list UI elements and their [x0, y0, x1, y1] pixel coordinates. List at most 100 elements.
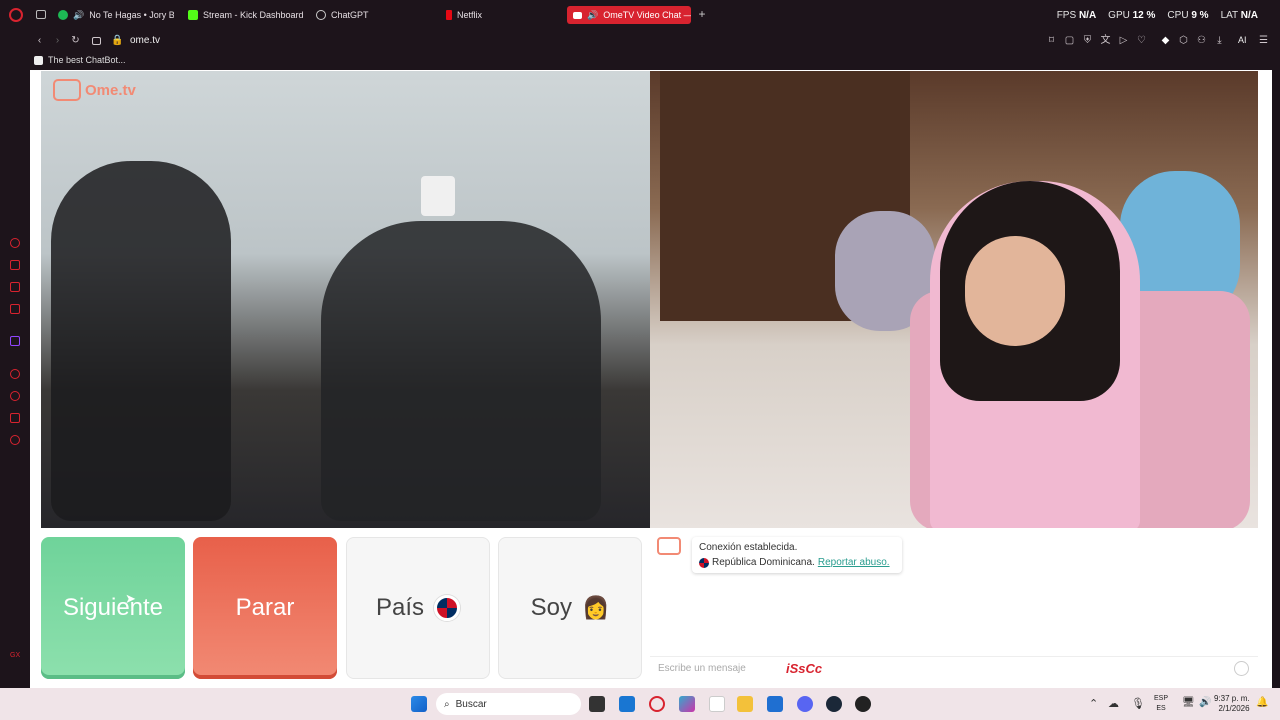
twitch-icon[interactable]	[10, 336, 20, 346]
file-icon[interactable]	[709, 696, 725, 712]
taskbar: ⌕ Buscar ⌃ ☁ 🎙 ESP ES 🖥 🔊 9:37 p. m. 2/1…	[0, 688, 1280, 720]
history-icon[interactable]	[10, 391, 20, 401]
taskbar-search[interactable]: ⌕ Buscar	[436, 693, 581, 715]
browser-tab-bar: 🔊 No Te Hagas • Jory Bo Stream - Kick Da…	[0, 0, 1280, 30]
stop-button[interactable]: Parar	[193, 537, 337, 679]
report-abuse-link[interactable]: Reportar abuso.	[818, 555, 890, 570]
mail-icon[interactable]	[10, 304, 20, 314]
language-indicator[interactable]: ESP ES	[1154, 694, 1168, 714]
bookmark-label: The best ChatBot...	[48, 55, 126, 65]
clock-time: 9:37 p. m.	[1214, 694, 1250, 703]
extensions-sidebar-icon[interactable]	[10, 413, 20, 423]
clock[interactable]: 9:37 p. m. 2/1/2026	[1214, 694, 1250, 714]
file-explorer-icon[interactable]	[737, 696, 753, 712]
steam-icon[interactable]	[826, 696, 842, 712]
menu-icon[interactable]: ☰	[1258, 35, 1269, 46]
tab-label: Netflix	[457, 10, 483, 20]
cup	[421, 176, 455, 216]
heart-icon[interactable]: ♡	[1136, 35, 1147, 46]
chevron-up-icon[interactable]: ⌃	[1089, 697, 1098, 710]
overlay-logo-text: iSsCc	[786, 661, 823, 676]
network-icon[interactable]: 🖥	[1182, 697, 1195, 708]
vpn-icon[interactable]: ◆	[1160, 35, 1171, 46]
messenger-icon[interactable]	[10, 282, 20, 292]
tab-chatgpt[interactable]: ChatGPT	[316, 6, 426, 24]
copilot-icon[interactable]	[679, 696, 695, 712]
browser-logo-icon[interactable]	[9, 8, 23, 22]
player-sidebar-icon[interactable]	[10, 369, 20, 379]
gx-corner-icon[interactable]	[10, 260, 20, 270]
message-input[interactable]: Escribe un mensaje iSsCc	[650, 656, 1258, 680]
tab-ometv[interactable]: 🔊 OmeTV Video Chat —	[567, 6, 691, 24]
url-text[interactable]: ome.tv	[130, 35, 160, 46]
person-right-silhouette	[321, 221, 601, 521]
tab-spotify[interactable]: 🔊 No Te Hagas • Jory Bo	[58, 6, 174, 24]
windows-start-icon[interactable]	[411, 696, 427, 712]
onedrive-icon[interactable]: ☁	[1108, 697, 1119, 710]
store-icon[interactable]	[619, 696, 635, 712]
task-view-icon[interactable]	[589, 696, 605, 712]
opera-gx-taskbar-icon[interactable]	[649, 696, 665, 712]
gender-filter-button[interactable]: Soy 👩	[498, 537, 642, 679]
extensions-icon[interactable]: ⬡	[1178, 35, 1189, 46]
ometv-logo-icon	[53, 79, 81, 101]
tab-label: No Te Hagas • Jory Bo	[89, 10, 174, 20]
back-icon[interactable]: ‹	[34, 35, 45, 46]
lang-bottom: ES	[1156, 705, 1166, 712]
cpu-label: CPU	[1167, 10, 1189, 21]
next-button[interactable]: Siguiente	[41, 537, 185, 679]
self-video	[650, 71, 1258, 528]
connection-message: Conexión establecida. República Dominica…	[692, 537, 902, 573]
bookmarks-bar: The best ChatBot...	[30, 52, 1280, 70]
lock-icon: 🔒	[111, 35, 124, 46]
download-icon[interactable]: ⤓	[1214, 35, 1225, 46]
notifications-icon[interactable]: 🔔	[1256, 697, 1268, 708]
mic-icon[interactable]: 🎙	[1131, 697, 1145, 710]
search-icon: ⌕	[444, 698, 450, 710]
reload-icon[interactable]: ↻	[70, 35, 81, 46]
workspaces-icon[interactable]	[36, 10, 46, 19]
tab-label: ChatGPT	[331, 10, 369, 20]
ai-button[interactable]: AI	[1238, 35, 1247, 45]
discord-icon[interactable]	[797, 696, 813, 712]
lang-top: ESP	[1154, 695, 1169, 702]
dominican-flag-icon	[699, 557, 709, 568]
speaker-icon: 🔊	[73, 9, 85, 20]
shield-icon[interactable]: ⛨	[1082, 35, 1093, 46]
speed-dial-icon[interactable]	[10, 238, 20, 248]
tab-netflix[interactable]: Netflix	[446, 6, 556, 24]
volume-icon[interactable]: 🔊	[1199, 697, 1211, 708]
translate-icon[interactable]: 文	[1100, 35, 1111, 46]
lat-label: LAT	[1220, 10, 1238, 21]
dominican-flag-icon	[434, 595, 461, 621]
gender-label: Soy	[530, 594, 572, 621]
bookmark-icon[interactable]: ⌑	[1046, 35, 1057, 46]
account-icon[interactable]: ⚇	[1196, 35, 1207, 46]
tab-kick[interactable]: Stream - Kick Dashboard	[188, 6, 303, 24]
settings-icon[interactable]	[10, 435, 20, 445]
outlook-icon[interactable]	[767, 696, 783, 712]
country-name: República Dominicana.	[712, 557, 815, 568]
connection-status: Conexión establecida.	[699, 542, 798, 553]
chatgpt-icon	[316, 10, 326, 20]
obs-icon[interactable]	[855, 696, 871, 712]
logo: Ome.tv	[53, 79, 136, 101]
sidebar-rail: GX	[0, 30, 30, 690]
country-filter-button[interactable]: País	[346, 537, 490, 679]
forward-icon[interactable]: ›	[52, 35, 63, 46]
woman-emoji-icon: 👩	[581, 595, 610, 620]
tab-label: Stream - Kick Dashboard	[203, 10, 303, 20]
fps-value: N/A	[1078, 10, 1097, 21]
face	[965, 236, 1065, 346]
cpu-value: 9 %	[1191, 10, 1209, 21]
spotify-icon	[58, 10, 68, 20]
snapshot-icon[interactable]	[92, 37, 101, 45]
new-tab-button[interactable]: +	[696, 8, 708, 20]
bookmark-item[interactable]: The best ChatBot...	[34, 55, 126, 65]
player-icon[interactable]: ▷	[1118, 35, 1129, 46]
clock-date: 2/1/2026	[1218, 704, 1250, 713]
tab-label: OmeTV Video Chat —	[603, 10, 691, 20]
emoji-button-icon[interactable]	[1234, 661, 1249, 676]
screenshot-icon[interactable]: ▢	[1064, 35, 1075, 46]
stranger-video: Ome.tv	[41, 71, 650, 528]
